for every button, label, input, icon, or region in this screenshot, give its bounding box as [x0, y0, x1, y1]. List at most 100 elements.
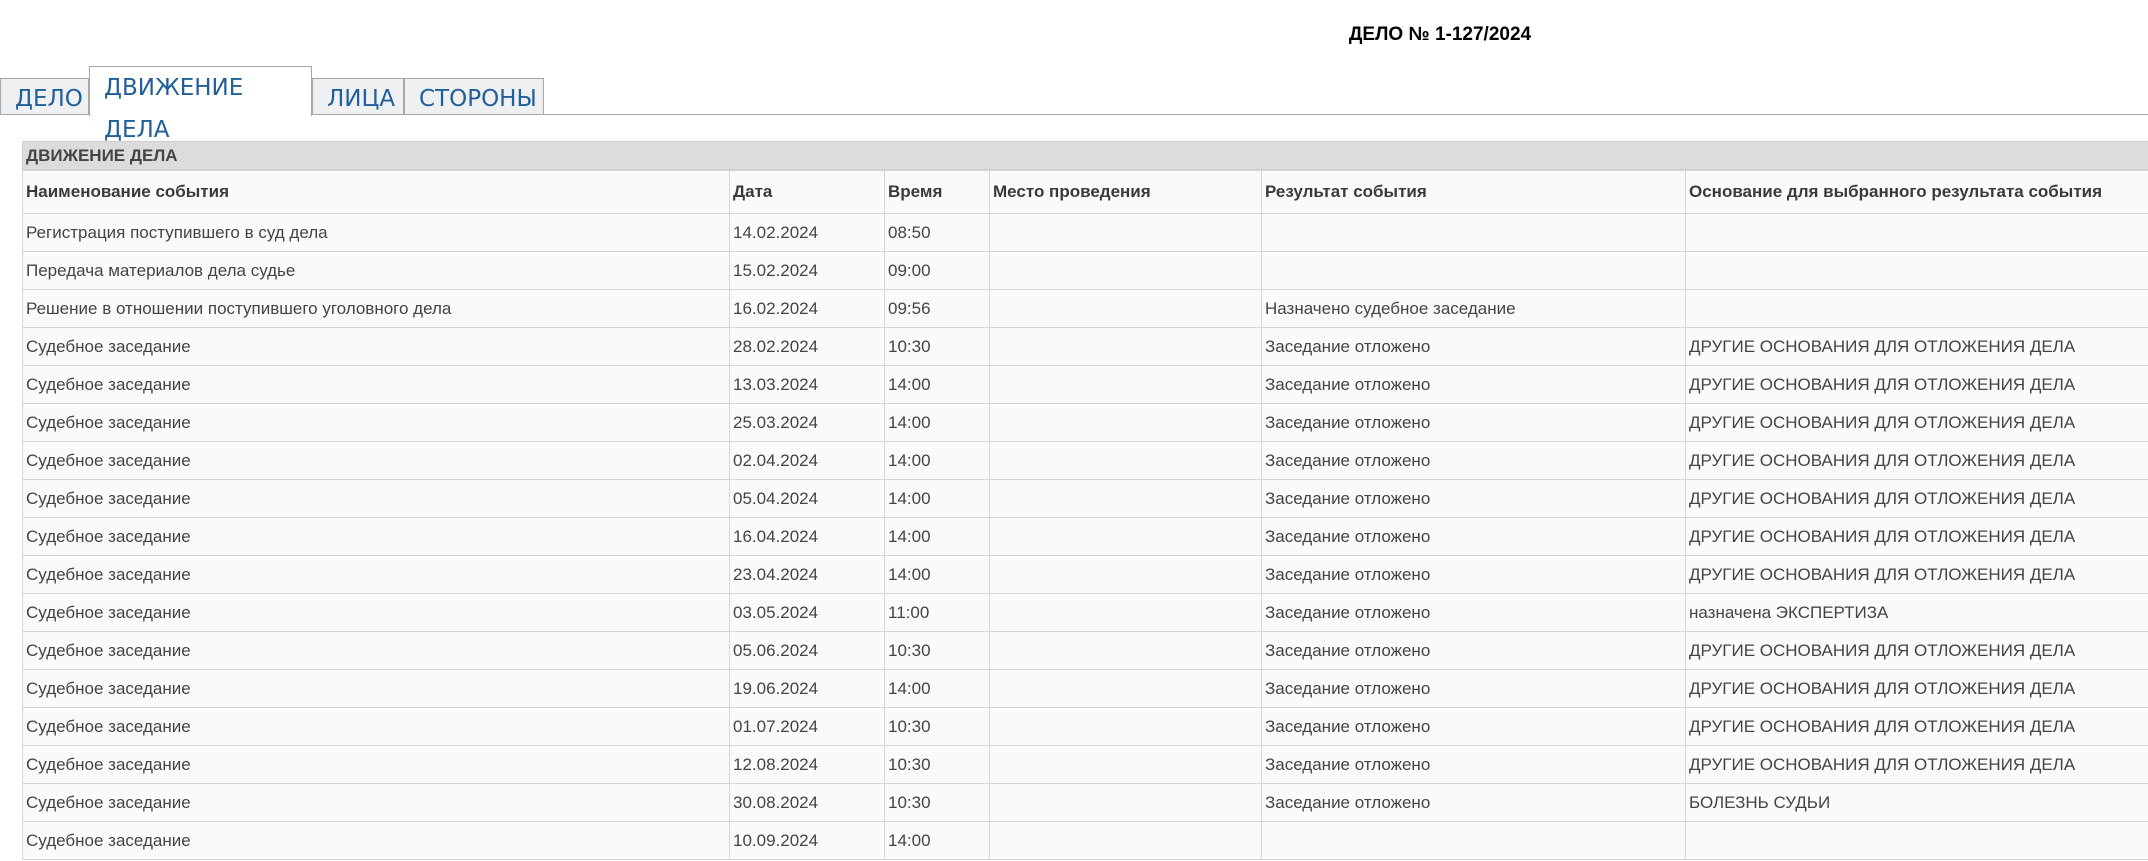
event-name-cell: Судебное заседание — [22, 631, 730, 670]
tab-delo[interactable]: ДЕЛО — [0, 78, 89, 115]
event-name-cell: Передача материалов дела судье — [22, 251, 730, 290]
tab-storony[interactable]: СТОРОНЫ — [404, 78, 544, 115]
location-cell — [989, 593, 1262, 632]
date-cell: 30.08.2024 — [729, 783, 885, 822]
date-cell: 05.04.2024 — [729, 479, 885, 518]
location-cell — [989, 289, 1262, 328]
table-row: Передача материалов дела судье 15.02.2024… — [22, 251, 2148, 290]
tab-bar: ДЕЛО ДВИЖЕНИЕ ДЕЛА ЛИЦА СТОРОНЫ — [0, 66, 2148, 143]
date-cell: 03.05.2024 — [729, 593, 885, 632]
reason-cell: ДРУГИЕ ОСНОВАНИЯ ДЛЯ ОТЛОЖЕНИЯ ДЕЛА — [1685, 669, 2148, 708]
date-cell: 10.09.2024 — [729, 821, 885, 860]
event-name-cell: Судебное заседание — [22, 821, 730, 860]
reason-cell — [1685, 821, 2148, 860]
reason-cell: БОЛЕЗНЬ СУДЬИ — [1685, 783, 2148, 822]
time-cell: 11:00 — [884, 593, 990, 632]
reason-cell: ДРУГИЕ ОСНОВАНИЯ ДЛЯ ОТЛОЖЕНИЯ ДЕЛА — [1685, 745, 2148, 784]
time-cell: 10:30 — [884, 631, 990, 670]
result-cell — [1261, 251, 1686, 290]
reason-cell — [1685, 251, 2148, 290]
result-cell: Заседание отложено — [1261, 441, 1686, 480]
result-cell: Заседание отложено — [1261, 669, 1686, 708]
location-cell — [989, 327, 1262, 366]
event-name-cell: Судебное заседание — [22, 707, 730, 746]
result-cell: Заседание отложено — [1261, 365, 1686, 404]
reason-cell: ДРУГИЕ ОСНОВАНИЯ ДЛЯ ОТЛОЖЕНИЯ ДЕЛА — [1685, 555, 2148, 594]
event-name-cell: Судебное заседание — [22, 783, 730, 822]
result-cell: Заседание отложено — [1261, 479, 1686, 518]
date-cell: 13.03.2024 — [729, 365, 885, 404]
table-row: Судебное заседание 13.03.2024 14:00 Заседан… — [22, 365, 2148, 404]
result-cell: Заседание отложено — [1261, 783, 1686, 822]
result-cell: Заседание отложено — [1261, 327, 1686, 366]
location-cell — [989, 517, 1262, 556]
table-row: Судебное заседание 05.06.2024 10:30 Заседан… — [22, 631, 2148, 670]
reason-cell: ДРУГИЕ ОСНОВАНИЯ ДЛЯ ОТЛОЖЕНИЯ ДЕЛА — [1685, 479, 2148, 518]
location-cell — [989, 821, 1262, 860]
location-cell — [989, 441, 1262, 480]
table-row: Судебное заседание 25.03.2024 14:00 Заседан… — [22, 403, 2148, 442]
table-row: Судебное заседание 03.05.2024 11:00 Заседан… — [22, 593, 2148, 632]
column-header-result: Результат события — [1261, 170, 1686, 214]
tab-bar-divider — [0, 114, 2148, 115]
reason-cell: ДРУГИЕ ОСНОВАНИЯ ДЛЯ ОТЛОЖЕНИЯ ДЕЛА — [1685, 517, 2148, 556]
date-cell: 02.04.2024 — [729, 441, 885, 480]
location-cell — [989, 631, 1262, 670]
time-cell: 14:00 — [884, 517, 990, 556]
date-cell: 12.08.2024 — [729, 745, 885, 784]
location-cell — [989, 745, 1262, 784]
event-name-cell: Судебное заседание — [22, 593, 730, 632]
table-row: Судебное заседание 01.07.2024 10:30 Заседан… — [22, 707, 2148, 746]
table-row: Судебное заседание 05.04.2024 14:00 Заседан… — [22, 479, 2148, 518]
date-cell: 01.07.2024 — [729, 707, 885, 746]
event-name-cell: Судебное заседание — [22, 479, 730, 518]
column-header-time: Время — [884, 170, 990, 214]
location-cell — [989, 213, 1262, 252]
result-cell: Заседание отложено — [1261, 517, 1686, 556]
event-name-cell: Судебное заседание — [22, 403, 730, 442]
reason-cell: ДРУГИЕ ОСНОВАНИЯ ДЛЯ ОТЛОЖЕНИЯ ДЕЛА — [1685, 441, 2148, 480]
event-name-cell: Судебное заседание — [22, 517, 730, 556]
table-row: Регистрация поступившего в суд дела 14.02… — [22, 213, 2148, 252]
result-cell: Заседание отложено — [1261, 631, 1686, 670]
reason-cell — [1685, 289, 2148, 328]
reason-cell: назначена ЭКСПЕРТИЗА — [1685, 593, 2148, 632]
table-row: Судебное заседание 19.06.2024 14:00 Заседан… — [22, 669, 2148, 708]
time-cell: 08:50 — [884, 213, 990, 252]
table-row: Судебное заседание 16.04.2024 14:00 Заседан… — [22, 517, 2148, 556]
table-row: Судебное заседание 12.08.2024 10:30 Заседан… — [22, 745, 2148, 784]
time-cell: 09:00 — [884, 251, 990, 290]
tab-litsa[interactable]: ЛИЦА — [312, 78, 404, 115]
result-cell — [1261, 821, 1686, 860]
location-cell — [989, 403, 1262, 442]
result-cell: Заседание отложено — [1261, 707, 1686, 746]
event-name-cell: Судебное заседание — [22, 327, 730, 366]
time-cell: 10:30 — [884, 327, 990, 366]
time-cell: 10:30 — [884, 745, 990, 784]
page-title: ДЕЛО № 1-127/2024 — [1348, 24, 1532, 45]
reason-cell: ДРУГИЕ ОСНОВАНИЯ ДЛЯ ОТЛОЖЕНИЯ ДЕЛА — [1685, 631, 2148, 670]
reason-cell — [1685, 213, 2148, 252]
table-body: Регистрация поступившего в суд дела 14.02… — [22, 213, 2148, 860]
table-row: Решение в отношении поступившего уголовн… — [22, 289, 2148, 328]
time-cell: 14:00 — [884, 555, 990, 594]
location-cell — [989, 251, 1262, 290]
column-header-event-name: Наименование события — [22, 170, 730, 214]
time-cell: 14:00 — [884, 403, 990, 442]
date-cell: 15.02.2024 — [729, 251, 885, 290]
result-cell: Заседание отложено — [1261, 403, 1686, 442]
column-header-location: Место проведения — [989, 170, 1262, 214]
date-cell: 23.04.2024 — [729, 555, 885, 594]
result-cell — [1261, 213, 1686, 252]
event-name-cell: Судебное заседание — [22, 745, 730, 784]
date-cell: 19.06.2024 — [729, 669, 885, 708]
date-cell: 14.02.2024 — [729, 213, 885, 252]
date-cell: 16.02.2024 — [729, 289, 885, 328]
time-cell: 14:00 — [884, 441, 990, 480]
result-cell: Заседание отложено — [1261, 593, 1686, 632]
table-header-row: Наименование события Дата Время Место пр… — [22, 170, 2148, 214]
tab-dvizhenie-dela[interactable]: ДВИЖЕНИЕ ДЕЛА — [89, 66, 312, 143]
location-cell — [989, 479, 1262, 518]
time-cell: 14:00 — [884, 479, 990, 518]
column-header-date: Дата — [729, 170, 885, 214]
